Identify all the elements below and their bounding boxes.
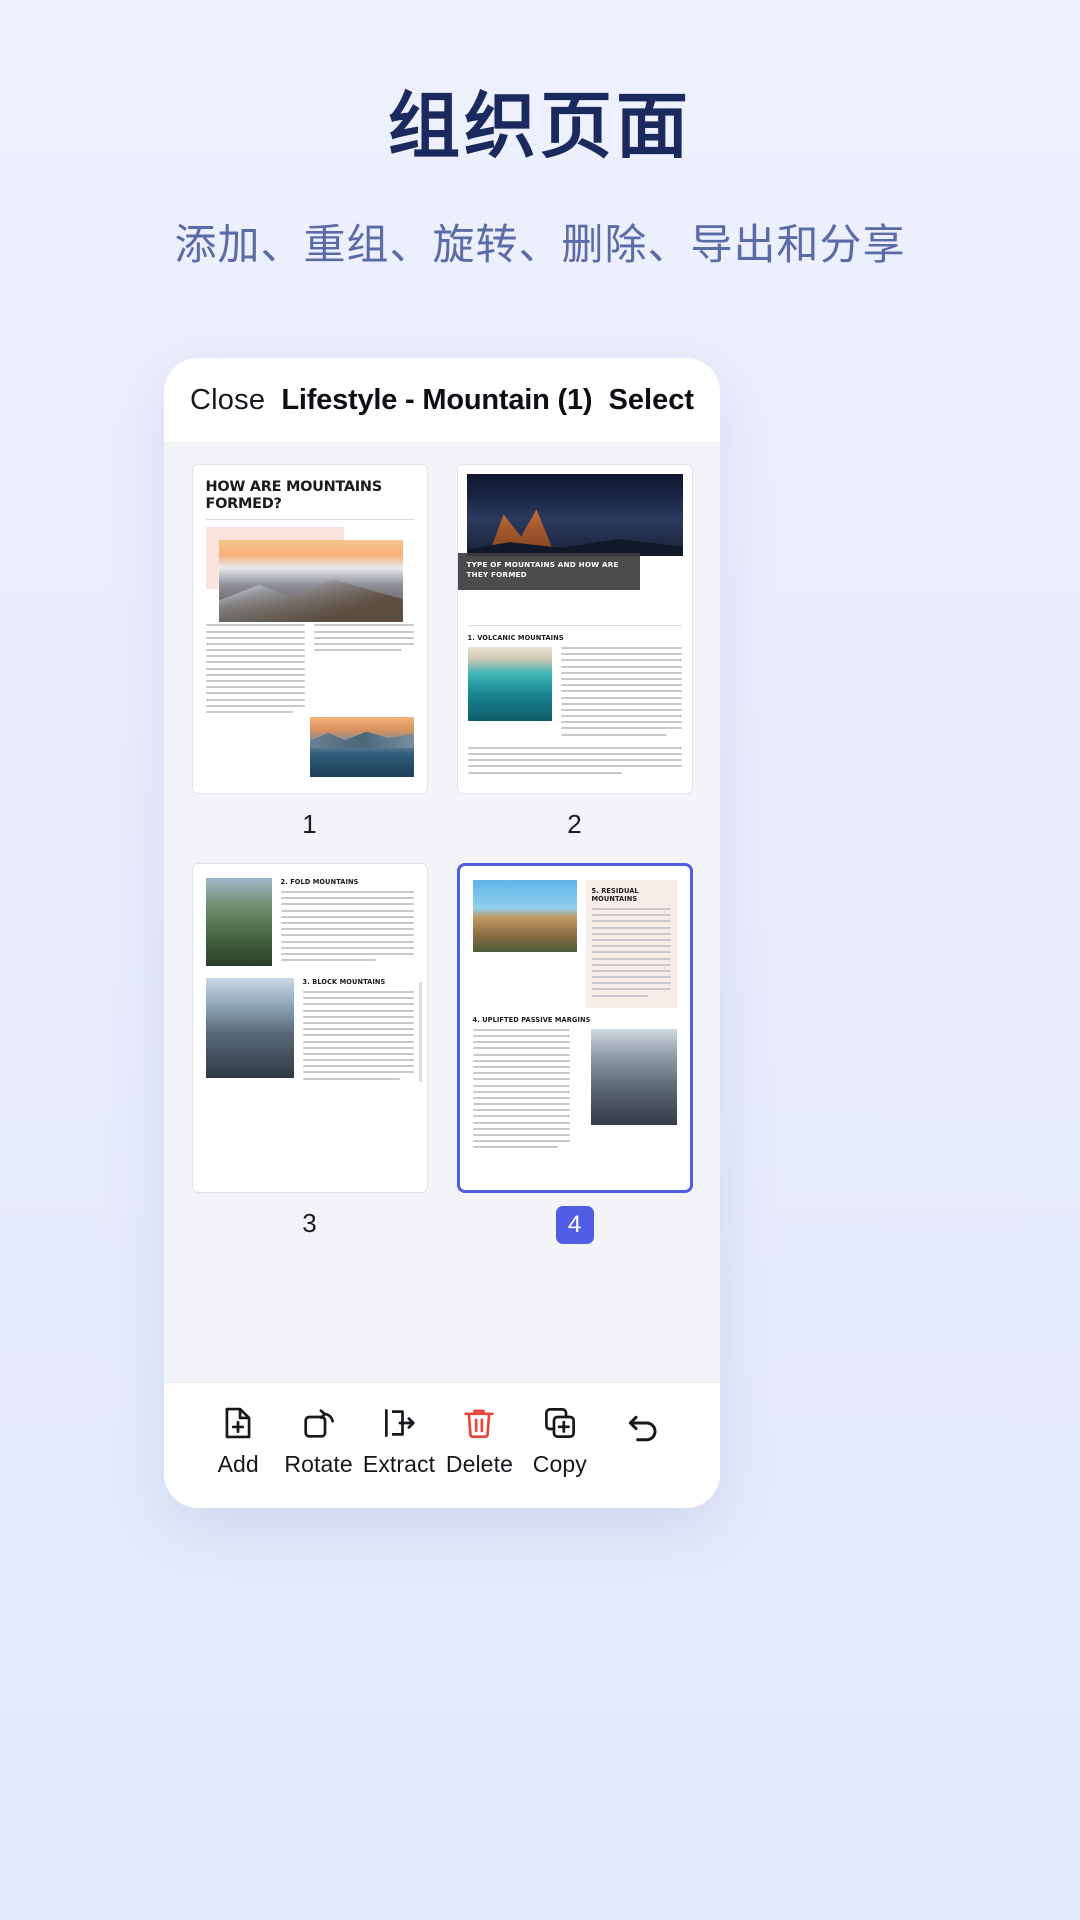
page-2-banner-text: TYPE OF MOUNTAINS AND HOW ARE THEY FORME… — [466, 560, 619, 579]
page-2-content: TYPE OF MOUNTAINS AND HOW ARE THEY FORME… — [457, 465, 692, 793]
page-1-hero-image — [218, 540, 403, 622]
page-4-bottom — [472, 1028, 677, 1153]
page-3-content: 2. FOLD MOUNTAINS 3. BLOCK MOUNTAINS — [193, 864, 427, 1192]
page-grid: HOW ARE MOUNTAINS FORMED? 1 TYPE OF MOUN… — [190, 464, 694, 1260]
page-title: 组织页面 — [387, 87, 692, 167]
document-title: Lifestyle - Mountain (1) — [281, 383, 593, 416]
page-cell-1[interactable]: HOW ARE MOUNTAINS FORMED? 1 — [190, 464, 429, 857]
page-cell-3[interactable]: 2. FOLD MOUNTAINS 3. BLOCK MOUNTAINS 3 — [190, 863, 429, 1260]
page-4-peak-image — [590, 1028, 677, 1125]
page-4-image-wrap — [472, 880, 577, 1008]
page-number-2: 2 — [567, 809, 582, 839]
column-right — [579, 1028, 677, 1153]
page-3-section-a: 2. FOLD MOUNTAINS — [205, 878, 414, 966]
rotate-label: Rotate — [284, 1450, 353, 1477]
page-2-body-text — [467, 746, 682, 774]
column-right — [560, 647, 682, 740]
page-thumbnail-1[interactable]: HOW ARE MOUNTAINS FORMED? — [191, 464, 428, 794]
page-3-image-1 — [205, 878, 272, 966]
page-thumbnail-3[interactable]: 2. FOLD MOUNTAINS 3. BLOCK MOUNTAINS — [191, 863, 428, 1193]
page-3-image-wrap — [205, 978, 294, 1084]
page-2-hero-image — [466, 474, 683, 556]
page-cell-2[interactable]: TYPE OF MOUNTAINS AND HOW ARE THEY FORME… — [455, 464, 694, 857]
extract-label: Extract — [362, 1450, 436, 1477]
page-2-sea-image — [467, 647, 552, 721]
page-1-content: HOW ARE MOUNTAINS FORMED? — [193, 465, 427, 793]
column-right: 2. FOLD MOUNTAINS — [280, 878, 414, 966]
divider — [467, 625, 682, 626]
page-subtitle: 添加、重组、旋转、删除、导出和分享 — [174, 221, 906, 269]
page-number-3: 3 — [302, 1208, 317, 1238]
column-left — [472, 1028, 570, 1153]
page-4-mountain-image — [472, 880, 577, 952]
copy-label: Copy — [532, 1450, 587, 1477]
scroll-indicator[interactable] — [418, 982, 422, 1082]
page-1-columns — [205, 624, 414, 717]
undo-button[interactable] — [600, 1410, 686, 1472]
delete-button[interactable]: Delete — [439, 1404, 519, 1478]
page-3-image-2 — [205, 978, 294, 1078]
page-thumbnail-2[interactable]: TYPE OF MOUNTAINS AND HOW ARE THEY FORME… — [456, 464, 693, 794]
add-label: Add — [217, 1450, 259, 1477]
rotate-icon — [303, 1408, 334, 1438]
page-1-lake-image — [309, 717, 414, 777]
page-4-top: 5. RESIDUAL MOUNTAINS — [472, 880, 677, 1008]
extract-icon — [385, 1408, 415, 1437]
close-button[interactable]: Close — [190, 384, 265, 417]
page-3-heading-b: 3. BLOCK MOUNTAINS — [302, 978, 386, 986]
page-3-heading-a: 2. FOLD MOUNTAINS — [280, 878, 359, 886]
delete-label: Delete — [445, 1450, 513, 1477]
page-number-1: 1 — [302, 809, 317, 839]
page-1-title: HOW ARE MOUNTAINS FORMED? — [205, 479, 383, 512]
bottom-toolbar: Add Rotate Extract Delete Copy — [164, 1382, 720, 1508]
page-2-columns — [467, 647, 682, 740]
copy-icon — [544, 1407, 575, 1438]
select-button[interactable]: Select — [609, 384, 694, 417]
trash-icon — [464, 1409, 495, 1438]
column-right — [314, 624, 414, 717]
extract-button[interactable]: Extract — [359, 1404, 439, 1478]
phone-mockup: Close Lifestyle - Mountain (1) Select HO… — [164, 358, 720, 1508]
page-grid-area[interactable]: HOW ARE MOUNTAINS FORMED? 1 TYPE OF MOUN… — [164, 442, 720, 1382]
add-page-icon — [225, 1407, 251, 1438]
promo-header: 组织页面 添加、重组、旋转、删除、导出和分享 — [0, 0, 1080, 272]
page-4-content: 5. RESIDUAL MOUNTAINS 4. UPLIFTED PASSIV… — [460, 866, 690, 1190]
page-cell-4[interactable]: 5. RESIDUAL MOUNTAINS 4. UPLIFTED PASSIV… — [455, 863, 694, 1260]
rotate-button[interactable]: Rotate — [278, 1404, 358, 1478]
page-4-heading-a: 5. RESIDUAL MOUNTAINS — [591, 887, 639, 903]
divider — [205, 519, 414, 521]
add-button[interactable]: Add — [198, 1404, 278, 1478]
column-left — [205, 624, 305, 717]
page-number-4: 4 — [555, 1206, 594, 1244]
column-right: 3. BLOCK MOUNTAINS — [302, 978, 414, 1084]
page-3-section-b: 3. BLOCK MOUNTAINS — [205, 978, 414, 1084]
page-thumbnail-4[interactable]: 5. RESIDUAL MOUNTAINS 4. UPLIFTED PASSIV… — [456, 863, 693, 1193]
page-2-banner: TYPE OF MOUNTAINS AND HOW ARE THEY FORME… — [457, 553, 641, 591]
app-header: Close Lifestyle - Mountain (1) Select — [164, 358, 720, 442]
copy-button[interactable]: Copy — [520, 1404, 600, 1478]
undo-icon — [628, 1415, 657, 1441]
page-4-side-panel: 5. RESIDUAL MOUNTAINS — [585, 880, 677, 1008]
page-4-heading-b: 4. UPLIFTED PASSIVE MARGINS — [472, 1015, 591, 1024]
page-2-section-heading: 1. VOLCANIC MOUNTAINS — [467, 634, 564, 642]
